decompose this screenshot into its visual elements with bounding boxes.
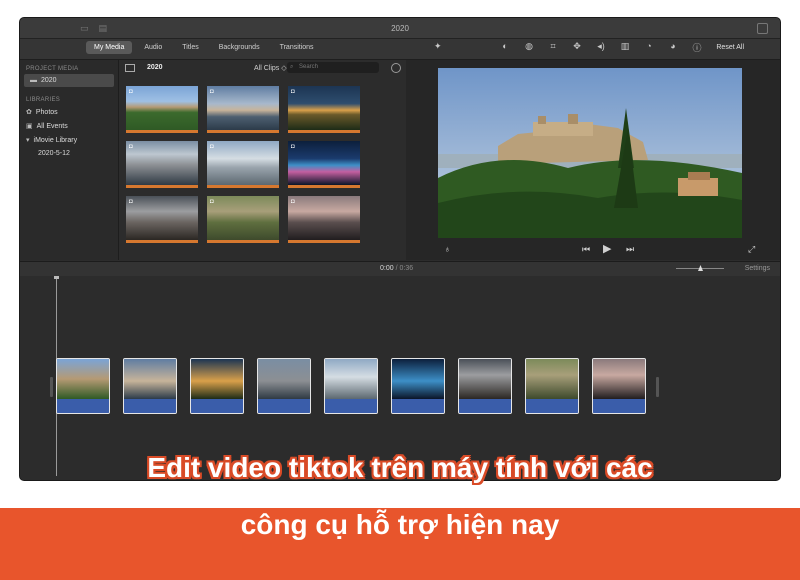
browser-settings-icon[interactable] <box>391 63 401 73</box>
clips-filter-dropdown[interactable]: All Clips ◇ <box>254 64 287 72</box>
camera-icon: ◘ <box>129 89 133 95</box>
tab-backgrounds[interactable]: Backgrounds <box>211 41 268 54</box>
camera-icon: ◘ <box>291 89 295 95</box>
imovie-window: ▭ ▤ 2020 My Media Audio Titles Backgroun… <box>20 18 780 480</box>
preview-image <box>438 68 742 238</box>
viewer: ♁ ⏮ ▶ ⏭ ⤢ <box>406 60 780 260</box>
camera-icon: ◘ <box>291 144 295 150</box>
media-browser: 2020 All Clips ◇ ⌕ Search ◘ ◘ ◘ ◘ ◘ ◘ ◘ … <box>119 60 405 260</box>
current-time: 0:00 <box>380 265 394 272</box>
crop-icon[interactable]: ⌗ <box>548 41 558 54</box>
sidebar-item-label: Photos <box>35 108 58 116</box>
adjustment-tools: ◐ ◍ ⌗ ✥ ◂) ▥ ◔ ◕ ⓘ <box>500 41 702 54</box>
media-thumbnail[interactable]: ◘ <box>126 141 198 188</box>
camera-icon: ◘ <box>210 89 214 95</box>
timeline-clip[interactable] <box>391 358 445 414</box>
fullscreen-icon[interactable] <box>757 23 768 34</box>
sidebar-item-label: 2020-5-12 <box>38 150 70 157</box>
speed-icon[interactable]: ◔ <box>644 41 654 54</box>
camera-icon: ◘ <box>291 199 295 205</box>
sidebar-item-project[interactable]: ▬ 2020 <box>24 74 114 87</box>
tab-my-media[interactable]: My Media <box>86 41 133 54</box>
volume-icon[interactable]: ◂) <box>596 41 606 54</box>
search-placeholder: Search <box>299 64 319 70</box>
media-thumbnail[interactable]: ◘ <box>207 196 279 243</box>
libraries-header: LIBRARIES <box>26 97 61 103</box>
timeline-clip[interactable] <box>257 358 311 414</box>
total-time: 0:36 <box>399 265 414 272</box>
media-thumbnail[interactable]: ◘ <box>207 86 279 133</box>
sidebar-item-label: All Events <box>36 122 68 130</box>
camera-icon: ◘ <box>210 199 214 205</box>
toolbar: My Media Audio Titles Backgrounds Transi… <box>20 39 780 60</box>
camera-icon: ◘ <box>210 144 214 150</box>
time-separator: / <box>395 265 398 272</box>
events-icon: ▣ <box>26 123 33 130</box>
media-thumbnail[interactable]: ◘ <box>288 141 360 188</box>
sidebar-item-event-date[interactable]: 2020-5-12 <box>20 147 118 160</box>
event-title: 2020 <box>147 64 163 71</box>
timeline-clip[interactable] <box>592 358 646 414</box>
sidebar: PROJECT MEDIA ▬ 2020 LIBRARIES ✿ Photos … <box>20 60 119 260</box>
clip-edge-handle[interactable] <box>656 377 659 397</box>
timeline-clip[interactable] <box>525 358 579 414</box>
timeline-clip[interactable] <box>190 358 244 414</box>
color-balance-icon[interactable]: ◐ <box>500 41 510 54</box>
clip-edge-handle[interactable] <box>50 377 53 397</box>
timeline-clips <box>56 358 646 414</box>
magic-wand-icon[interactable]: ✦ <box>434 41 442 52</box>
info-icon[interactable]: ⓘ <box>692 41 702 54</box>
sidebar-item-imovie-library[interactable]: ▾ iMovie Library <box>20 133 118 147</box>
disclosure-triangle-icon[interactable]: ▾ <box>26 136 30 144</box>
window-title: 2020 <box>391 23 409 33</box>
reset-all-button[interactable]: Reset All <box>716 44 744 51</box>
noise-reduction-icon[interactable]: ▥ <box>620 41 630 54</box>
sidebar-item-label: iMovie Library <box>33 136 78 144</box>
sidebar-item-all-events[interactable]: ▣ All Events <box>20 119 118 133</box>
microphone-icon[interactable]: ♁ <box>444 244 451 254</box>
viewer-controls: ♁ ⏮ ▶ ⏭ ⤢ <box>406 240 780 258</box>
media-thumbnail[interactable]: ◘ <box>126 86 198 133</box>
media-grid: ◘ ◘ ◘ ◘ ◘ ◘ ◘ ◘ ◘ <box>126 86 360 243</box>
search-input[interactable]: ⌕ Search <box>287 62 379 73</box>
photos-icon: ✿ <box>26 109 32 116</box>
sidebar-item-photos[interactable]: ✿ Photos <box>20 105 118 119</box>
stabilization-icon[interactable]: ✥ <box>572 41 582 54</box>
timeline <box>20 276 780 480</box>
clips-filter-label: All Clips <box>254 65 280 72</box>
skip-forward-icon[interactable]: ⏭ <box>626 244 634 255</box>
sidebar-item-label: 2020 <box>41 77 57 84</box>
filter-icon[interactable]: ◕ <box>668 41 678 54</box>
media-thumbnail[interactable]: ◘ <box>207 141 279 188</box>
timeline-settings-button[interactable]: Settings <box>745 265 770 272</box>
timeline-bar: 0:00 / 0:36 Settings <box>20 261 780 277</box>
skip-back-icon[interactable]: ⏮ <box>582 244 590 255</box>
timeline-clip[interactable] <box>123 358 177 414</box>
caption-line-1: Edit video tiktok trên máy tính với các <box>147 452 653 483</box>
search-icon: ⌕ <box>290 64 294 70</box>
tab-audio[interactable]: Audio <box>136 41 170 54</box>
video-preview[interactable] <box>438 68 742 238</box>
film-icon: ▬ <box>30 77 37 84</box>
project-media-header: PROJECT MEDIA <box>26 66 79 72</box>
timeline-clip[interactable] <box>324 358 378 414</box>
camera-icon: ◘ <box>129 199 133 205</box>
play-icon[interactable]: ▶ <box>603 242 611 255</box>
media-thumbnail[interactable]: ◘ <box>126 196 198 243</box>
title-bar: ▭ ▤ 2020 <box>20 18 780 39</box>
tab-transitions[interactable]: Transitions <box>272 41 322 54</box>
media-thumbnail[interactable]: ◘ <box>288 196 360 243</box>
browser-toolbar: 2020 All Clips ◇ ⌕ Search <box>119 60 405 76</box>
media-thumbnail[interactable]: ◘ <box>288 86 360 133</box>
caption-line-2: công cụ hỗ trợ hiện nay <box>240 509 560 540</box>
media-tabs: My Media Audio Titles Backgrounds Transi… <box>86 41 322 54</box>
timecode: 0:00 / 0:36 <box>380 265 413 272</box>
camera-icon: ◘ <box>129 144 133 150</box>
expand-icon[interactable]: ⤢ <box>748 244 755 255</box>
tab-titles[interactable]: Titles <box>174 41 206 54</box>
sidebar-toggle-icon[interactable] <box>125 64 135 72</box>
color-correction-icon[interactable]: ◍ <box>524 41 534 54</box>
timeline-clip[interactable] <box>56 358 110 414</box>
timeline-clip[interactable] <box>458 358 512 414</box>
